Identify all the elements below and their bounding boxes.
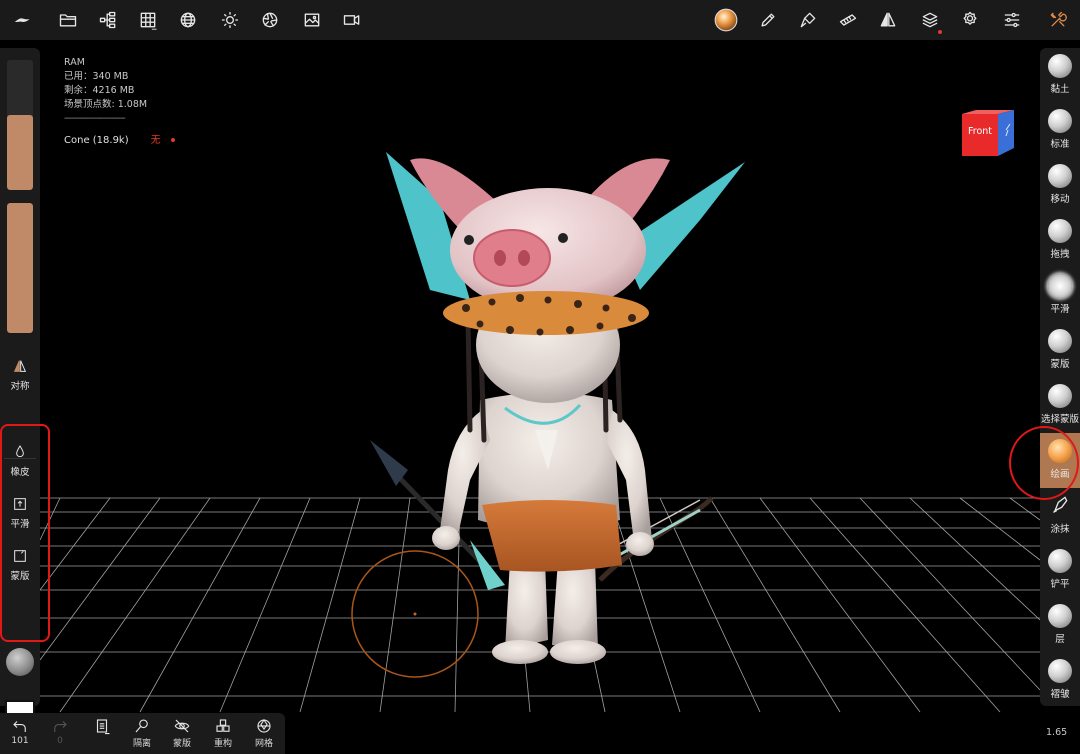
- tool-move[interactable]: 移动: [1040, 158, 1080, 213]
- tool-standard[interactable]: 标准: [1040, 103, 1080, 158]
- ram-free: 剩余：4216 MB: [64, 85, 135, 96]
- material-sphere-icon[interactable]: [710, 4, 742, 36]
- crease-icon: [1048, 659, 1072, 683]
- clay-icon: [1048, 54, 1072, 78]
- sphere-mesh-icon[interactable]: [172, 4, 204, 36]
- ram-used: 已用：340 MB: [64, 71, 129, 82]
- right-tool-panel: 黏土 标准 移动 拖拽 平滑 蒙版 选择蒙版 绘画 涂抹 铲平 层 褶皱: [1040, 48, 1080, 706]
- redo-icon: [54, 721, 67, 732]
- intensity-slider-fill: [7, 203, 33, 333]
- tool-clay[interactable]: 黏土: [1040, 48, 1080, 103]
- symmetry-icon: [13, 360, 27, 372]
- sliders-icon[interactable]: [996, 4, 1028, 36]
- tool-label: 移动: [1050, 194, 1070, 205]
- pig-snout: [473, 229, 551, 287]
- isolate-label: 隔离: [132, 739, 151, 749]
- select-mask-icon: [1048, 384, 1072, 408]
- folder-icon[interactable]: [52, 4, 84, 36]
- smooth-brush-icon: [1048, 274, 1072, 298]
- info-separator: -------------------------: [64, 113, 126, 124]
- legs: [492, 560, 606, 664]
- image-icon[interactable]: [296, 4, 328, 36]
- drag-icon: [1048, 219, 1072, 243]
- object-status: 无: [150, 135, 161, 146]
- tool-label: 层: [1055, 634, 1065, 645]
- symmetry-icon[interactable]: [872, 4, 904, 36]
- tools-icon[interactable]: [1042, 4, 1074, 36]
- mesh-button[interactable]: 网格: [244, 717, 284, 749]
- undo-count: 101: [11, 736, 29, 746]
- tool-label: 蒙版: [1050, 359, 1070, 370]
- sun-icon[interactable]: [214, 4, 246, 36]
- tool-label: 黏土: [1050, 84, 1070, 95]
- tool-crease[interactable]: 褶皱: [1040, 653, 1080, 708]
- pencil-icon[interactable]: [752, 4, 784, 36]
- tool-label: 涂抹: [1050, 524, 1070, 535]
- remesh-button[interactable]: 重构: [203, 717, 243, 749]
- mesh-label: 网格: [254, 739, 273, 749]
- intensity-slider[interactable]: [7, 203, 33, 333]
- bottom-toolbar: 101 0 隔离 蒙版 重构 网格: [0, 713, 285, 754]
- object-name: Cone (18.9k): [64, 135, 129, 146]
- video-icon[interactable]: [336, 4, 368, 36]
- tool-label: 拖拽: [1050, 249, 1070, 260]
- tool-flatten[interactable]: 铲平: [1040, 543, 1080, 598]
- voxel-icon: [216, 719, 230, 732]
- ruler-icon[interactable]: [832, 4, 864, 36]
- symmetry-label: 对称: [10, 381, 30, 392]
- standard-icon: [1048, 109, 1072, 133]
- camera-shutter-icon[interactable]: [254, 4, 286, 36]
- visibility-mask-label: 蒙版: [172, 739, 191, 749]
- scene-tree-icon[interactable]: [92, 4, 124, 36]
- remesh-label: 重构: [213, 739, 232, 749]
- tool-label: 铲平: [1050, 579, 1070, 590]
- radius-slider[interactable]: [7, 60, 33, 190]
- version-label: 1.65: [1046, 727, 1068, 738]
- tool-layer[interactable]: 层: [1040, 598, 1080, 653]
- skirt: [482, 500, 622, 572]
- nav-cube[interactable]: Front: [962, 110, 1014, 156]
- nav-cube-label: Front: [967, 126, 993, 137]
- highlight-circle: [1009, 426, 1079, 500]
- undo-icon: [13, 721, 26, 732]
- tool-label: 选择蒙版: [1040, 414, 1079, 425]
- material-sphere[interactable]: [6, 648, 34, 676]
- tool-label: 平滑: [1050, 304, 1070, 315]
- tool-smooth[interactable]: 平滑: [1040, 268, 1080, 323]
- ram-title: RAM: [64, 57, 85, 68]
- isolate-button[interactable]: 隔离: [122, 717, 162, 749]
- search-icon: [135, 719, 148, 733]
- tool-label: 褶皱: [1050, 689, 1070, 700]
- gear-icon[interactable]: [954, 4, 986, 36]
- tool-mask[interactable]: 蒙版: [1040, 323, 1080, 378]
- flatten-icon: [1048, 549, 1072, 573]
- status-dot: [170, 138, 175, 142]
- top-toolbar: [0, 0, 1080, 40]
- scene-info: RAM 已用：340 MB 剩余：4216 MB 场景顶点数: 1.08M --…: [64, 56, 175, 148]
- tool-label: 标准: [1050, 139, 1070, 150]
- tool-select-mask[interactable]: 选择蒙版: [1040, 378, 1080, 433]
- tool-drag[interactable]: 拖拽: [1040, 213, 1080, 268]
- mesh-sphere-icon: [257, 718, 271, 733]
- active-object[interactable]: Cone (18.9k) 无: [64, 134, 175, 148]
- undo-button[interactable]: 101: [0, 717, 40, 746]
- eye-off-icon: [174, 719, 190, 733]
- mask-brush-icon: [1048, 329, 1072, 353]
- redo-count: 0: [57, 736, 63, 746]
- brush-icon[interactable]: [792, 4, 824, 36]
- app-logo-icon[interactable]: [6, 4, 38, 36]
- clipboard-button[interactable]: [82, 717, 122, 736]
- clipboard-icon: [96, 719, 110, 735]
- symmetry-button[interactable]: 对称: [0, 358, 40, 392]
- visibility-mask-button[interactable]: 蒙版: [162, 717, 202, 749]
- layer-icon: [1048, 604, 1072, 628]
- highlight-box: [0, 424, 50, 642]
- move-icon: [1048, 164, 1072, 188]
- layers-icon[interactable]: [914, 4, 946, 36]
- grid-icon[interactable]: [132, 4, 164, 36]
- redo-button[interactable]: 0: [40, 717, 80, 746]
- radius-slider-fill: [7, 114, 33, 190]
- vertex-count: 场景顶点数: 1.08M: [64, 99, 148, 110]
